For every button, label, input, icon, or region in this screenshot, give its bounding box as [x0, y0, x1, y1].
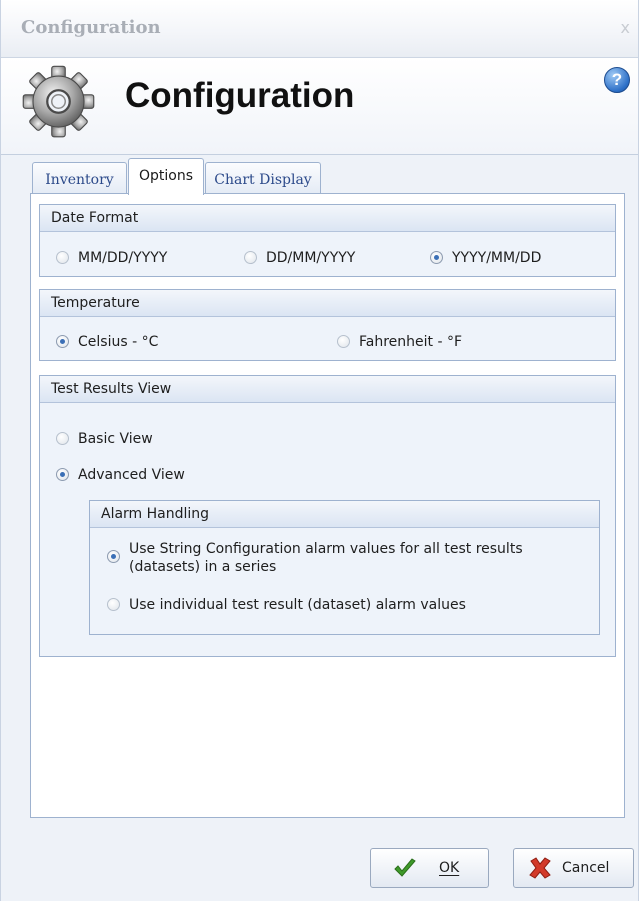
tab-options[interactable]: Options [128, 158, 204, 195]
close-icon[interactable]: x [621, 18, 630, 37]
radio-label: DD/MM/YYYY [266, 250, 356, 266]
tab-inventory[interactable]: Inventory [32, 162, 127, 194]
tab-chart-display[interactable]: Chart Display [205, 162, 321, 194]
radio-mm-dd-yyyy[interactable]: MM/DD/YYYY [56, 249, 167, 267]
radio-yyyy-mm-dd[interactable]: YYYY/MM/DD [430, 249, 541, 267]
title-bar[interactable]: Configuration x [1, 0, 638, 58]
alarm-handling-title: Alarm Handling [90, 501, 599, 528]
test-results-view-title: Test Results View [40, 376, 615, 403]
configuration-window: Configuration x Configuration ? Inventor… [0, 0, 639, 901]
radio-button-selected[interactable] [56, 468, 69, 481]
dialog-heading: Configuration [125, 76, 355, 115]
radio-button[interactable] [107, 598, 120, 611]
window-title: Configuration [21, 17, 161, 38]
date-format-title: Date Format [40, 205, 615, 232]
radio-basic-view[interactable]: Basic View [56, 430, 153, 448]
radio-button[interactable] [56, 432, 69, 445]
radio-label: Fahrenheit - °F [359, 334, 463, 350]
checkmark-icon [394, 858, 416, 877]
temperature-title: Temperature [40, 290, 615, 317]
ok-label: OK [439, 860, 460, 876]
test-results-view-group: Test Results View Basic View Advanced Vi… [39, 375, 616, 657]
radio-advanced-view[interactable]: Advanced View [56, 466, 185, 484]
cancel-label: Cancel [562, 860, 610, 876]
dialog-header: Configuration ? [1, 58, 638, 155]
radio-button-selected[interactable] [56, 335, 69, 348]
radio-label: Use String Configuration alarm values fo… [129, 541, 523, 575]
radio-dd-mm-yyyy[interactable]: DD/MM/YYYY [244, 249, 355, 267]
ok-button[interactable]: OK [370, 848, 489, 888]
options-panel: Date Format MM/DD/YYYY DD/MM/YYYY YYYY/M… [30, 193, 625, 818]
radio-label: Use individual test result (dataset) ala… [129, 597, 466, 613]
radio-label: Advanced View [78, 467, 185, 483]
alarm-handling-group: Alarm Handling Use String Configuration … [89, 500, 600, 635]
radio-label: MM/DD/YYYY [78, 250, 168, 266]
radio-label: YYYY/MM/DD [452, 250, 542, 266]
red-x-icon [529, 857, 551, 879]
date-format-group: Date Format MM/DD/YYYY DD/MM/YYYY YYYY/M… [39, 204, 616, 277]
radio-button[interactable] [337, 335, 350, 348]
radio-use-individual-alarms[interactable]: Use individual test result (dataset) ala… [107, 596, 466, 614]
radio-button[interactable] [244, 251, 257, 264]
radio-button-selected[interactable] [107, 550, 120, 563]
gear-icon [22, 65, 95, 138]
cancel-button[interactable]: Cancel [513, 848, 634, 888]
radio-button-selected[interactable] [430, 251, 443, 264]
radio-label: Celsius - °C [78, 334, 159, 350]
radio-use-string-config-alarms[interactable]: Use String Configuration alarm values fo… [107, 540, 587, 576]
temperature-group: Temperature Celsius - °C Fahrenheit - °F [39, 289, 616, 361]
radio-label: Basic View [78, 431, 153, 447]
help-icon[interactable]: ? [604, 67, 630, 93]
radio-button[interactable] [56, 251, 69, 264]
radio-celsius[interactable]: Celsius - °C [56, 333, 158, 351]
radio-fahrenheit[interactable]: Fahrenheit - °F [337, 333, 462, 351]
